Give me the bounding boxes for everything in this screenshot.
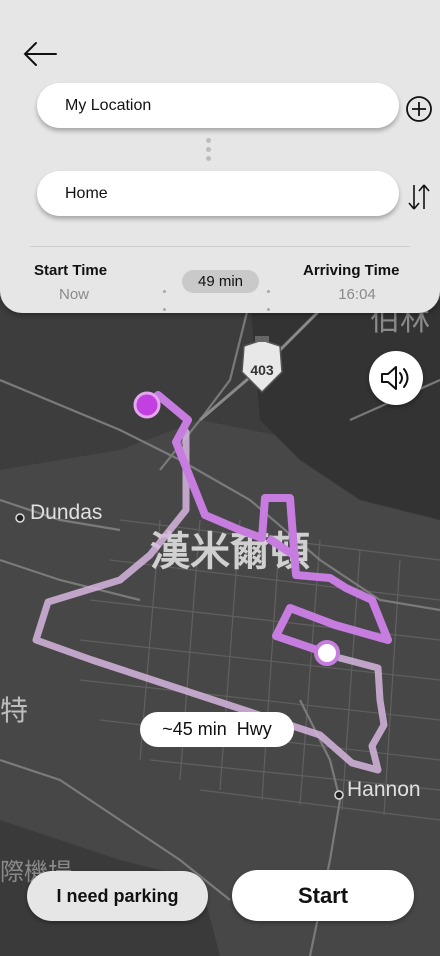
duration-dots-right bbox=[267, 280, 281, 311]
swap-locations-button[interactable] bbox=[405, 181, 433, 213]
route-connector-dots bbox=[204, 138, 212, 166]
back-button[interactable] bbox=[20, 38, 62, 70]
route-eta-label[interactable]: ~45 min Hwy bbox=[140, 712, 294, 747]
start-navigation-button[interactable]: Start bbox=[232, 870, 414, 921]
arrival-time-label: Arriving Time bbox=[303, 262, 400, 279]
speaker-volume-icon bbox=[381, 366, 409, 390]
sound-toggle-button[interactable] bbox=[369, 351, 423, 405]
map-label-hannon: Hannon bbox=[347, 778, 421, 801]
need-parking-button[interactable]: I need parking bbox=[27, 871, 208, 921]
plus-circle-icon bbox=[406, 96, 432, 122]
duration-dots-left bbox=[163, 280, 177, 311]
add-stop-button[interactable] bbox=[405, 95, 433, 123]
swap-vertical-icon bbox=[408, 184, 430, 210]
destination-field[interactable]: Home bbox=[37, 171, 399, 216]
panel-divider bbox=[30, 246, 410, 247]
start-time-value[interactable]: Now bbox=[34, 286, 114, 303]
start-time-label: Start Time bbox=[34, 262, 108, 279]
origin-field[interactable]: My Location bbox=[37, 83, 399, 128]
origin-marker[interactable] bbox=[133, 391, 161, 419]
map-label-dundas: Dundas bbox=[30, 501, 102, 524]
route-planner-panel: My Location Home Start Time Now 49 min A… bbox=[0, 0, 440, 313]
arrival-time-value: 16:04 bbox=[338, 286, 376, 303]
highway-shield-label: 403 bbox=[250, 362, 274, 378]
arrow-left-icon bbox=[23, 42, 57, 66]
map-label-cjk-fragment: 特 bbox=[0, 694, 28, 727]
destination-marker[interactable] bbox=[314, 640, 340, 666]
trip-duration-badge: 49 min bbox=[182, 270, 259, 293]
